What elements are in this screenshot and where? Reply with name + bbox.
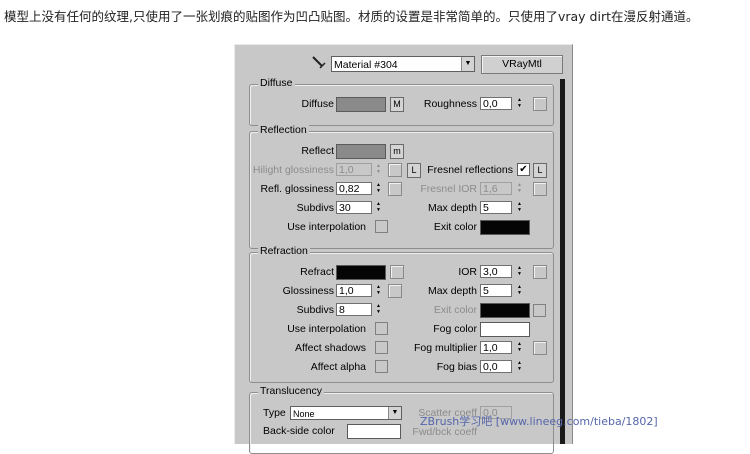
exit-color-swatch[interactable] bbox=[480, 220, 530, 235]
spinner-arrows-icon[interactable]: ▲ ▼ bbox=[515, 265, 524, 278]
spinner-arrows-icon[interactable]: ▲ ▼ bbox=[374, 284, 383, 297]
group-title: Translucency bbox=[258, 385, 325, 397]
roughness-map-button[interactable] bbox=[533, 97, 547, 111]
hilight-glossiness-spinner[interactable]: 1,0 bbox=[336, 163, 372, 176]
eyedropper-icon[interactable] bbox=[311, 56, 327, 70]
reflection-group: Reflection Reflect m Hilight glossiness … bbox=[249, 124, 554, 249]
roughness-label: Roughness bbox=[423, 98, 477, 110]
exit-color-label: Exit color bbox=[433, 221, 477, 233]
refraction-exit-color-checkbox[interactable] bbox=[533, 304, 546, 317]
refraction-glossiness-spinner[interactable]: 1,0 bbox=[336, 284, 372, 297]
reflect-color-swatch[interactable] bbox=[336, 144, 386, 159]
fresnel-reflections-label: Fresnel reflections bbox=[427, 164, 513, 176]
refract-map-button[interactable] bbox=[390, 265, 404, 279]
reflection-subdivs-spinner[interactable]: 30 bbox=[336, 201, 372, 214]
affect-shadows-checkbox[interactable] bbox=[375, 341, 388, 354]
chevron-down-icon[interactable]: ▼ bbox=[461, 57, 474, 71]
spinner-arrows-icon[interactable]: ▲ ▼ bbox=[374, 182, 383, 195]
refl-glossiness-spinner[interactable]: 0,82 bbox=[336, 182, 372, 195]
ior-spinner[interactable]: 3,0 bbox=[480, 265, 512, 278]
diffuse-map-button[interactable]: M bbox=[390, 97, 404, 112]
affect-alpha-label: Affect alpha bbox=[310, 361, 366, 373]
type-label: Type bbox=[263, 407, 286, 419]
affect-alpha-checkbox[interactable] bbox=[375, 360, 388, 373]
subdivs-label: Subdivs bbox=[296, 304, 334, 316]
subdivs-label: Subdivs bbox=[296, 202, 334, 214]
fog-bias-label: Fog bias bbox=[436, 361, 477, 373]
fog-bias-spinner[interactable]: 0,0 bbox=[480, 360, 512, 373]
glossiness-label: Glossiness bbox=[282, 285, 334, 297]
reflection-max-depth-spinner[interactable]: 5 bbox=[480, 201, 512, 214]
fog-color-swatch[interactable] bbox=[480, 322, 530, 337]
use-interpolation-label: Use interpolation bbox=[287, 221, 366, 233]
fresnel-checkbox[interactable]: ✔ bbox=[517, 163, 530, 176]
fresnel-ior-spinner[interactable]: 1,6 bbox=[480, 182, 512, 195]
fog-color-label: Fog color bbox=[433, 323, 477, 335]
material-type-button[interactable]: VRayMtl bbox=[481, 55, 563, 74]
group-title: Reflection bbox=[258, 124, 309, 136]
ior-label: IOR bbox=[458, 266, 477, 278]
chevron-down-icon[interactable]: ▼ bbox=[388, 407, 401, 419]
use-interpolation-label: Use interpolation bbox=[287, 323, 366, 335]
max-depth-label: Max depth bbox=[427, 202, 477, 214]
back-side-color-swatch[interactable] bbox=[347, 424, 401, 439]
diffuse-label: Diffuse bbox=[301, 98, 335, 110]
spinner-arrows-icon[interactable]: ▲ ▼ bbox=[515, 182, 524, 195]
material-name-field[interactable]: Material #304 ▼ bbox=[331, 56, 475, 72]
material-editor-panel: Material #304 ▼ VRayMtl Diffuse Diffuse … bbox=[234, 44, 573, 454]
site-watermark: ZBrush学习吧 [www.lineeg.com/tieba/1802] bbox=[420, 415, 658, 428]
refraction-exit-color-swatch[interactable] bbox=[480, 303, 530, 318]
spinner-arrows-icon[interactable]: ▲ ▼ bbox=[515, 201, 524, 214]
max-depth-label: Max depth bbox=[427, 285, 477, 297]
refl-glossiness-label: Refl. glossiness bbox=[260, 183, 334, 195]
reflect-map-button[interactable]: m bbox=[390, 144, 404, 159]
affect-shadows-label: Affect shadows bbox=[294, 342, 366, 354]
diffuse-color-swatch[interactable] bbox=[336, 97, 386, 112]
reflect-label: Reflect bbox=[301, 145, 334, 157]
spinner-arrows-icon[interactable]: ▲ ▼ bbox=[515, 284, 524, 297]
roughness-spinner[interactable]: 0,0 bbox=[480, 97, 512, 110]
spinner-arrows-icon[interactable]: ▲ ▼ bbox=[515, 360, 524, 373]
translucency-type-dropdown[interactable]: None ▼ bbox=[290, 406, 402, 420]
exit-color-label: Exit color bbox=[433, 304, 477, 316]
fog-multiplier-label: Fog multiplier bbox=[413, 342, 477, 354]
refraction-subdivs-spinner[interactable]: 8 bbox=[336, 303, 372, 316]
refract-color-swatch[interactable] bbox=[336, 265, 386, 280]
fog-multiplier-map-button[interactable] bbox=[533, 341, 547, 355]
back-side-color-label: Back-side color bbox=[263, 425, 335, 437]
spinner-arrows-icon[interactable]: ▲ ▼ bbox=[515, 97, 524, 110]
spinner-arrows-icon[interactable]: ▲ ▼ bbox=[374, 163, 383, 176]
spinner-arrows-icon[interactable]: ▲ ▼ bbox=[374, 303, 383, 316]
use-interpolation-checkbox[interactable] bbox=[375, 220, 388, 233]
hilight-map-button[interactable] bbox=[388, 163, 402, 177]
refraction-max-depth-spinner[interactable]: 5 bbox=[480, 284, 512, 297]
refract-label: Refract bbox=[300, 266, 334, 278]
diffuse-group: Diffuse Diffuse M Roughness 0,0 ▲ ▼ bbox=[249, 77, 554, 126]
refraction-group: Refraction Refract IOR 3,0 ▲ ▼ Glossiness… bbox=[249, 245, 554, 383]
fresnel-ior-map-button[interactable] bbox=[533, 182, 547, 196]
refl-gloss-map-button[interactable] bbox=[388, 182, 402, 196]
fresnel-lock-button[interactable]: L bbox=[533, 163, 547, 178]
spinner-arrows-icon[interactable]: ▲ ▼ bbox=[515, 341, 524, 354]
hilight-glossiness-label: Hilight glossiness bbox=[252, 164, 334, 176]
fresnel-ior-label: Fresnel IOR bbox=[420, 183, 477, 195]
ior-map-button[interactable] bbox=[533, 265, 547, 279]
refraction-interpolation-checkbox[interactable] bbox=[375, 322, 388, 335]
fog-multiplier-spinner[interactable]: 1,0 bbox=[480, 341, 512, 354]
spinner-arrows-icon[interactable]: ▲ ▼ bbox=[374, 201, 383, 214]
article-caption: 模型上没有任何的纹理,只使用了一张划痕的贴图作为凹凸贴图。材质的设置是非常简单的… bbox=[4, 9, 699, 24]
glossiness-map-button[interactable] bbox=[388, 284, 402, 298]
group-title: Refraction bbox=[258, 245, 310, 257]
group-title: Diffuse bbox=[258, 77, 295, 89]
hilight-lock-button[interactable]: L bbox=[407, 163, 421, 178]
rollout-scrollbar[interactable] bbox=[560, 79, 565, 444]
